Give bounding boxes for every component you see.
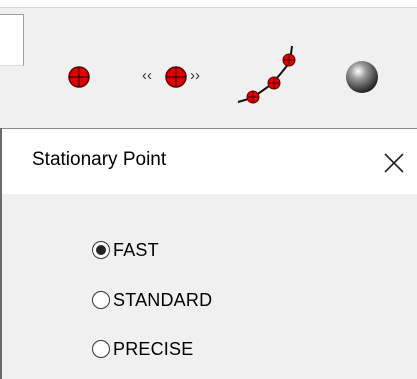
fast-label: FAST (113, 239, 159, 260)
standard-label: STANDARD (113, 289, 213, 310)
fast-radio[interactable] (92, 241, 110, 259)
point-marker-button[interactable] (62, 62, 96, 92)
precise-radio[interactable] (92, 340, 110, 358)
close-button[interactable] (374, 143, 414, 183)
precise-label: PRECISE (113, 338, 194, 359)
toolbar-top-strip (0, 0, 417, 8)
option-precise[interactable]: PRECISE (92, 336, 193, 362)
stationary-point-arrows-button[interactable]: ‹‹ ›› (140, 60, 212, 94)
toolbar-input-field[interactable] (0, 14, 24, 66)
toolbar: ‹‹ ›› (0, 0, 417, 128)
chevron-right-icon: ›› (190, 67, 200, 84)
sphere-icon (346, 61, 378, 93)
radio-selected-dot (96, 245, 106, 255)
dialog-title: Stationary Point (32, 149, 167, 170)
dialog-titlebar[interactable]: Stationary Point (2, 128, 417, 194)
chevron-left-icon: ‹‹ (142, 67, 152, 84)
point-marker-icon (68, 66, 90, 88)
stationary-point-arrows-icon (165, 66, 187, 88)
point-path-icon (237, 45, 296, 104)
point-path-button[interactable] (234, 40, 300, 110)
option-standard[interactable]: STANDARD (92, 287, 212, 313)
sphere-button[interactable] (344, 59, 380, 95)
option-fast[interactable]: FAST (92, 237, 159, 263)
close-icon (384, 153, 404, 173)
standard-radio[interactable] (92, 291, 110, 309)
stationary-point-dialog: Stationary Point FAST STANDARD PRECISE (0, 128, 417, 379)
